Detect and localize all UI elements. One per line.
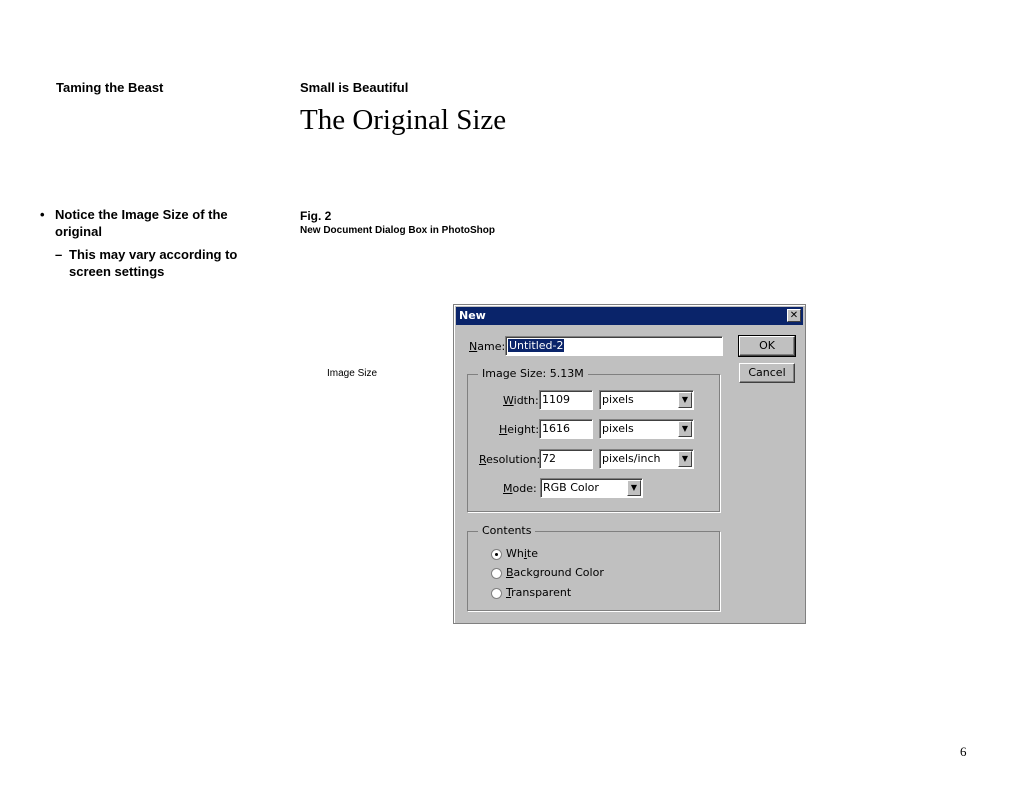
bullet-list: • Notice the Image Size of the original … [40,206,270,280]
name-input[interactable]: Untitled-2 [505,336,723,356]
dialog-title: New [459,309,486,322]
chevron-down-icon[interactable]: ▼ [678,421,692,437]
ok-button[interactable]: OK [738,335,796,357]
width-label-text: idth: [513,394,539,407]
name-value: Untitled-2 [508,339,565,352]
radio-label-part: Wh [506,547,524,560]
radio-label-part: te [526,547,539,560]
resolution-label: Resolution: [479,453,540,466]
radio-label-part: ackground Color [513,566,604,579]
radio-button[interactable] [491,588,502,599]
height-unit-value: pixels [602,422,634,435]
page-title: The Original Size [300,104,507,136]
cancel-button[interactable]: Cancel [739,363,795,383]
image-size-title: Image Size: 5.13M [478,367,588,381]
name-label-text: ame: [477,340,506,353]
name-label: Name: [469,340,505,353]
contents-title: Contents [478,524,536,538]
bullet-text-line2: original [55,224,102,239]
resolution-input[interactable]: 72 [539,449,593,469]
width-unit-select[interactable]: pixels ▼ [599,390,694,410]
radio-label-part: ransparent [511,586,572,599]
height-value: 1616 [542,422,570,435]
mode-value: RGB Color [543,481,599,494]
close-icon[interactable]: ✕ [787,309,801,322]
mode-label: Mode: [503,482,537,495]
right-header: Small is Beautiful [300,80,409,95]
chevron-down-icon[interactable]: ▼ [678,392,692,408]
radio-label-accel: B [506,566,514,579]
radio-button-selected[interactable] [491,549,502,560]
width-input[interactable]: 1109 [539,390,593,410]
mode-label-accel: M [503,482,513,495]
page-number: 6 [960,744,967,759]
width-label: Width: [503,394,539,407]
bullet-item-1: • Notice the Image Size of the original [40,206,270,240]
width-value: 1109 [542,393,570,406]
radio-transparent-label[interactable]: Transparent [506,586,571,599]
figure-label: Fig. 2 [300,209,332,223]
resolution-value: 72 [542,452,556,465]
mode-label-text: ode: [512,482,537,495]
left-header: Taming the Beast [56,80,164,95]
chevron-down-icon[interactable]: ▼ [627,480,641,496]
bullet-marker: • [40,207,45,222]
image-size-callout: Image Size [327,368,378,379]
bullet-text-line1: Notice the Image Size of the [55,207,228,222]
sub-bullet-item-1: – This may vary according to screen sett… [40,246,270,280]
width-unit-value: pixels [602,393,634,406]
dialog-titlebar: New ✕ [456,307,803,325]
name-label-accel: N [469,340,478,353]
height-label: Height: [499,423,539,436]
mode-select[interactable]: RGB Color ▼ [540,478,643,498]
height-label-text: eight: [507,423,540,436]
radio-white-label[interactable]: White [506,547,538,560]
height-unit-select[interactable]: pixels ▼ [599,419,694,439]
height-input[interactable]: 1616 [539,419,593,439]
radio-background-color-label[interactable]: Background Color [506,566,604,579]
radio-button[interactable] [491,568,502,579]
sub-bullet-text-line2: screen settings [69,264,165,279]
sub-bullet-marker: – [55,247,63,262]
resolution-unit-select[interactable]: pixels/inch ▼ [599,449,694,469]
resolution-unit-value: pixels/inch [602,452,661,465]
resolution-label-text: esolution: [486,453,541,466]
chevron-down-icon[interactable]: ▼ [678,451,692,467]
width-label-accel: W [503,394,514,407]
figure-caption: New Document Dialog Box in PhotoShop [300,225,495,236]
new-document-dialog: New ✕ Name: Untitled-2 OK Cancel Image S… [453,304,806,624]
sub-bullet-text-line1: This may vary according to [69,247,238,262]
